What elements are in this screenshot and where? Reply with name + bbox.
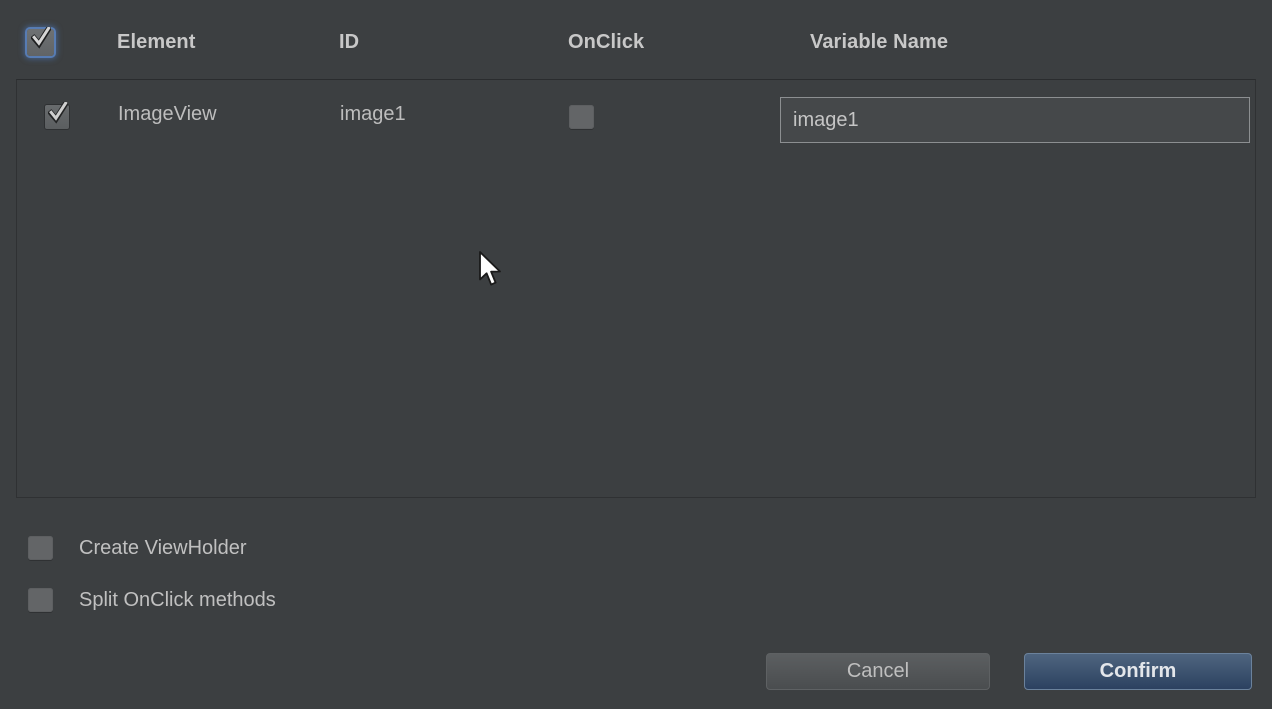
- column-header-onclick[interactable]: OnClick: [568, 31, 644, 54]
- option-create-viewholder[interactable]: Create ViewHolder: [28, 533, 247, 563]
- check-icon: [48, 102, 68, 124]
- row-onclick-checkbox[interactable]: [569, 105, 594, 129]
- cell-element: ImageView: [118, 103, 217, 125]
- table-row[interactable]: ImageView image1: [17, 80, 1255, 145]
- create-viewholder-label: Create ViewHolder: [79, 536, 247, 559]
- check-icon: [31, 27, 51, 49]
- cancel-button[interactable]: Cancel: [766, 653, 990, 690]
- elements-table: ImageView image1: [16, 79, 1256, 498]
- variable-name-input[interactable]: [780, 97, 1250, 143]
- select-all-checkbox[interactable]: [27, 27, 54, 56]
- column-header-variable-name[interactable]: Variable Name: [810, 31, 948, 54]
- row-select-checkbox[interactable]: [44, 102, 70, 130]
- split-onclick-checkbox[interactable]: [28, 588, 53, 612]
- column-header-id[interactable]: ID: [339, 31, 359, 54]
- cell-id: image1: [340, 103, 406, 125]
- column-header-element[interactable]: Element: [117, 31, 196, 54]
- confirm-button[interactable]: Confirm: [1024, 653, 1252, 690]
- split-onclick-label: Split OnClick methods: [79, 588, 276, 611]
- table-header-row: Element ID OnClick Variable Name: [0, 0, 1272, 79]
- option-split-onclick[interactable]: Split OnClick methods: [28, 585, 276, 615]
- create-viewholder-checkbox[interactable]: [28, 536, 53, 560]
